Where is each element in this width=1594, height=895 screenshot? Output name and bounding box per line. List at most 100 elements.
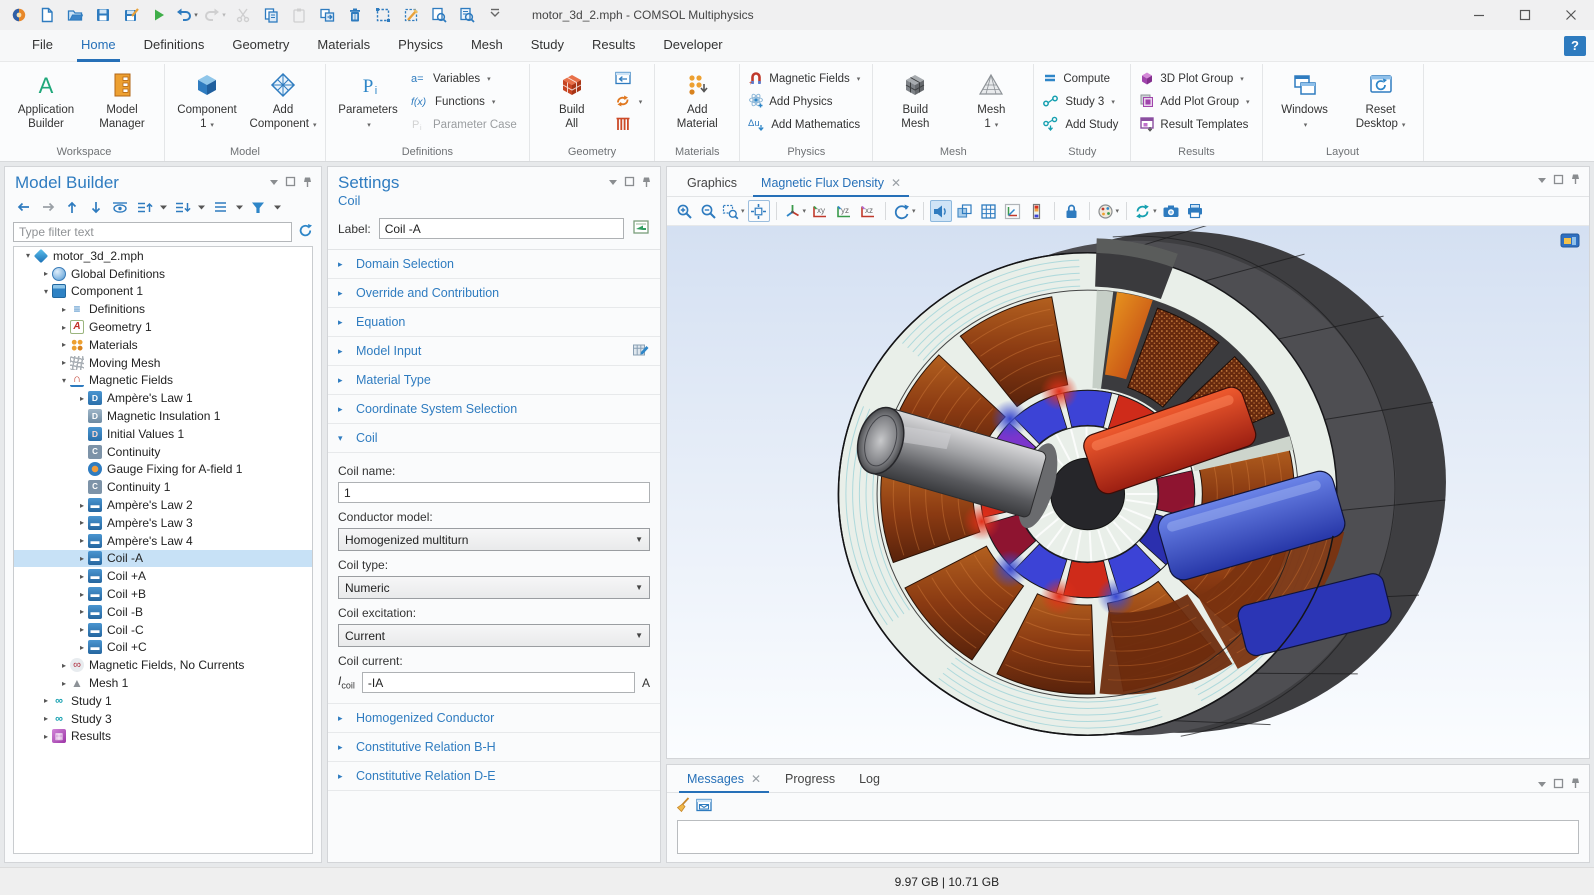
grid-on-button[interactable]: [978, 200, 1000, 222]
tree-expander-icon[interactable]: ▸: [76, 643, 88, 652]
add-plot-group-button[interactable]: Add Plot Group▾: [1137, 91, 1255, 113]
menu-results[interactable]: Results: [578, 30, 649, 62]
windows-button[interactable]: Windows ▾: [1269, 66, 1341, 135]
tree-expander-icon[interactable]: ▸: [76, 607, 88, 616]
section-coordinate-system-selection[interactable]: ▸Coordinate System Selection: [328, 395, 660, 424]
study-button[interactable]: Study 3▾: [1040, 91, 1124, 113]
section-equation[interactable]: ▸Equation: [328, 308, 660, 337]
result-templates-button[interactable]: Result Templates: [1137, 114, 1255, 136]
add-mathematics-button[interactable]: ΔuAdd Mathematics: [746, 114, 866, 136]
environment-button[interactable]: ▾: [1096, 200, 1121, 222]
tree-node-motor-3d-2-mph[interactable]: ▾motor_3d_2.mph: [14, 247, 312, 265]
tree-expander-icon[interactable]: ▸: [76, 501, 88, 510]
tab-progress[interactable]: Progress: [773, 766, 847, 792]
section-coil[interactable]: ▾ Coil: [328, 424, 660, 453]
tree-expander-icon[interactable]: ▸: [58, 305, 70, 314]
node-label-input[interactable]: [379, 218, 624, 239]
tree-expander-icon[interactable]: ▸: [40, 269, 52, 278]
toolbar-more-button[interactable]: [482, 3, 508, 27]
camera-button[interactable]: [1160, 200, 1182, 222]
zoom-box-button[interactable]: ▾: [721, 200, 746, 222]
panel-menu-icon[interactable]: [1537, 174, 1547, 188]
tree-expander-icon[interactable]: ▾: [40, 287, 52, 296]
tree-expander-icon[interactable]: ▸: [40, 696, 52, 705]
collapse-all-button[interactable]: [209, 197, 231, 217]
maximize-button[interactable]: [1502, 0, 1548, 30]
menu-study[interactable]: Study: [517, 30, 578, 62]
tree-expander-icon[interactable]: ▸: [40, 714, 52, 723]
coil-name-input[interactable]: [338, 482, 650, 503]
new-file-button[interactable]: [34, 3, 60, 27]
expand-up-button[interactable]: [133, 197, 155, 217]
save-as-button[interactable]: [118, 3, 144, 27]
rename-icon[interactable]: [632, 219, 650, 238]
panel-menu-icon[interactable]: [269, 176, 279, 190]
close-tab-icon[interactable]: ✕: [891, 176, 901, 190]
panel-pin-icon[interactable]: [1570, 777, 1581, 792]
tree-node-amp-re-s-law-3[interactable]: ▸▬Ampère's Law 3: [14, 514, 312, 532]
view-yz-button[interactable]: yz: [833, 200, 855, 222]
chevron-down-button[interactable]: [233, 197, 245, 217]
minimize-button[interactable]: [1456, 0, 1502, 30]
chevron-down-button[interactable]: [157, 197, 169, 217]
plot-thumbnail-icon[interactable]: [1559, 232, 1581, 250]
chevron-down-button[interactable]: [195, 197, 207, 217]
parameter-case-button[interactable]: PiParameter Case: [408, 114, 523, 136]
tree-node-coil-a[interactable]: ▸▬Coil -A: [14, 550, 312, 568]
tree-node-continuity[interactable]: CContinuity: [14, 443, 312, 461]
menu-file[interactable]: File: [18, 30, 67, 62]
tree-node-geometry-1[interactable]: ▸AGeometry 1: [14, 318, 312, 336]
section-model-input[interactable]: ▸Model Input: [328, 337, 660, 366]
clear-messages-button[interactable]: [675, 796, 691, 816]
graphics-canvas[interactable]: [667, 225, 1589, 758]
panel-float-icon[interactable]: [624, 176, 635, 190]
magnetic-fields-button[interactable]: +Magnetic Fields▾: [746, 68, 866, 90]
mesh-tri-button[interactable]: Mesh1 ▾: [955, 66, 1027, 135]
filter-funnel-button[interactable]: [247, 197, 269, 217]
copy-button[interactable]: [258, 3, 284, 27]
undo-button[interactable]: ▾: [174, 3, 200, 27]
build-mesh-button[interactable]: BuildMesh: [879, 66, 951, 133]
section-material-type[interactable]: ▸Material Type: [328, 366, 660, 395]
chevron-down-button[interactable]: [271, 197, 283, 217]
tree-expander-icon[interactable]: ▾: [22, 251, 34, 260]
tree-expander-icon[interactable]: ▸: [58, 358, 70, 367]
add-material-button[interactable]: AddMaterial: [661, 66, 733, 133]
component-button[interactable]: Component1 ▾: [171, 66, 243, 135]
tab-log[interactable]: Log: [847, 766, 892, 792]
menu-developer[interactable]: Developer: [649, 30, 736, 62]
menu-home[interactable]: Home: [67, 30, 130, 62]
tree-node-global-definitions[interactable]: ▸Global Definitions: [14, 265, 312, 283]
find-replace-button[interactable]: [454, 3, 480, 27]
coil-current-input[interactable]: [362, 672, 635, 693]
tree-node-magnetic-fields-no-currents[interactable]: ▸∞Magnetic Fields, No Currents: [14, 656, 312, 674]
reset-desktop-button[interactable]: ResetDesktop ▾: [1345, 66, 1417, 135]
tree-expander-icon[interactable]: ▸: [76, 625, 88, 634]
app-logo-button[interactable]: [6, 3, 32, 27]
zoom-extents-button[interactable]: [748, 200, 770, 222]
menu-materials[interactable]: Materials: [303, 30, 384, 62]
zoom-in-button[interactable]: [673, 200, 695, 222]
open-messages-window-button[interactable]: [695, 797, 713, 816]
scene-light-button[interactable]: [930, 200, 952, 222]
tree-node-moving-mesh[interactable]: ▸Moving Mesh: [14, 354, 312, 372]
section-domain-selection[interactable]: ▸Domain Selection: [328, 250, 660, 279]
transparency-button[interactable]: [954, 200, 976, 222]
coil-excitation-select[interactable]: Current ▼: [338, 624, 650, 647]
functions-button[interactable]: f(x)Functions▾: [408, 91, 523, 113]
insert-sequence-button[interactable]: [612, 68, 649, 90]
tree-node-amp-re-s-law-2[interactable]: ▸▬Ampère's Law 2: [14, 496, 312, 514]
tree-node-coil-b[interactable]: ▸▬Coil -B: [14, 603, 312, 621]
tree-node-amp-re-s-law-1[interactable]: ▸DAmpère's Law 1: [14, 389, 312, 407]
axes-on-button[interactable]: [1002, 200, 1024, 222]
panel-pin-icon[interactable]: [641, 176, 652, 191]
tree-node-amp-re-s-law-4[interactable]: ▸▬Ampère's Law 4: [14, 532, 312, 550]
tab-magnetic-flux-density[interactable]: Magnetic Flux Density✕: [749, 170, 913, 196]
goto-view-button[interactable]: ▾: [783, 200, 808, 222]
tree-expander-icon[interactable]: ▸: [76, 572, 88, 581]
duplicate-button[interactable]: [314, 3, 340, 27]
model-manager-button[interactable]: ModelManager: [86, 66, 158, 133]
add-component-button[interactable]: AddComponent ▾: [247, 66, 319, 135]
tree-expander-icon[interactable]: ▸: [58, 679, 70, 688]
color-legend-button[interactable]: [1026, 200, 1048, 222]
